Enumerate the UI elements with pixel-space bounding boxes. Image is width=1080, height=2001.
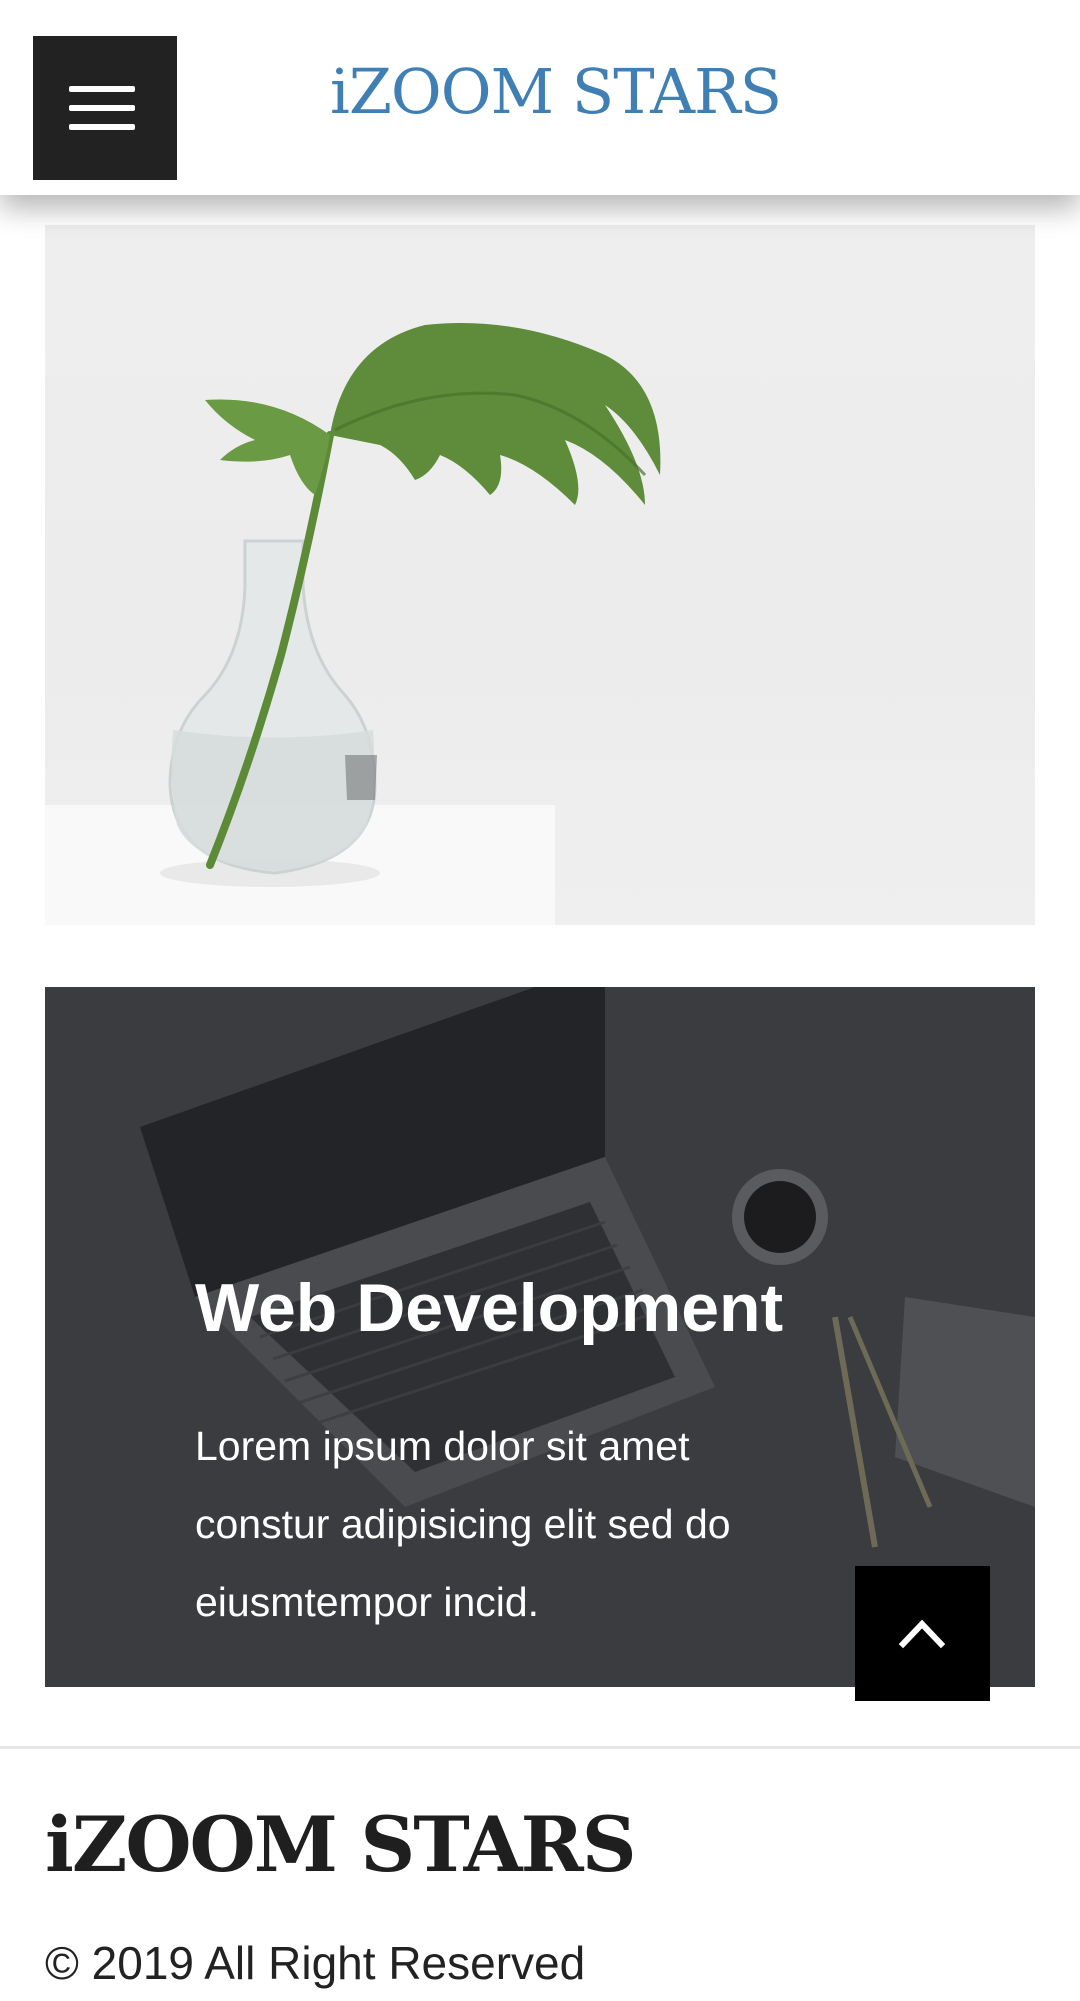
back-to-top-button[interactable] [855,1566,990,1701]
plant-image [45,225,1035,925]
footer-logo[interactable]: iZOOM STARS [45,1800,645,1889]
hamburger-menu-icon-bar [69,124,135,130]
hamburger-menu-icon-bar [69,105,135,111]
page: iZOOM STARS Web Development Lorem ipsum … [0,0,1080,2001]
hamburger-menu-icon [69,86,135,92]
site-logo[interactable]: iZOOM STARS [330,55,782,128]
menu-button[interactable] [33,36,177,180]
site-header: iZOOM STARS [0,0,1080,195]
service-title: Web Development [195,1270,784,1346]
chevron-up-icon [898,1619,946,1649]
plant-vase-illustration [160,323,661,887]
service-description: Lorem ipsum dolor sit amet constur adipi… [195,1423,731,1625]
footer-divider [0,1746,1080,1749]
copyright-text: © 2019 All Right Reserved [45,1937,586,1989]
